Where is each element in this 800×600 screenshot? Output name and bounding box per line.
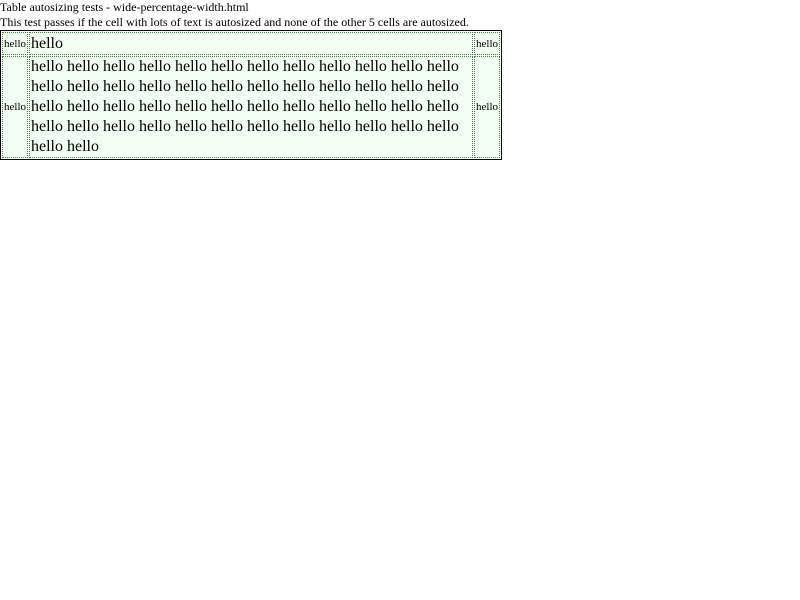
page-title: Table autosizing tests - wide-percentage… [0,0,249,14]
cell-row1-left: hello [2,32,28,55]
cell-row1-center: hello [29,32,473,55]
cell-row2-center-autosized: hello hello hello hello hello hello hell… [29,56,473,158]
table-row: hello hello hello [2,32,500,55]
autosize-table: hello hello hello hello hello hello hell… [0,30,502,160]
test-description: This test passes if the cell with lots o… [0,15,469,29]
cell-row2-right: hello [474,56,500,158]
cell-row2-left: hello [2,56,28,158]
cell-row1-right: hello [474,32,500,55]
table-row: hello hello hello hello hello hello hell… [2,56,500,158]
